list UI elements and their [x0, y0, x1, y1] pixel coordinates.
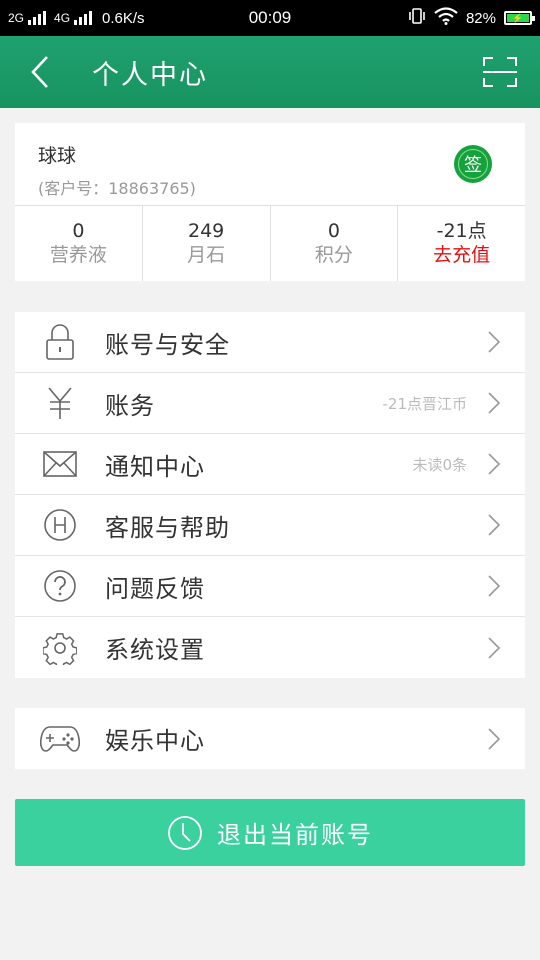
battery-icon: ⚡ — [504, 11, 535, 25]
chevron-right-icon — [488, 331, 501, 353]
menu-item-settings[interactable]: 系统设置 — [15, 617, 525, 678]
menu-extra: 未读0条 — [412, 455, 467, 474]
lock-icon — [46, 324, 74, 360]
stat-label: 积分 — [314, 244, 353, 266]
menu-label: 系统设置 — [105, 636, 205, 664]
menu-item-notifications[interactable]: 通知中心 未读0条 — [15, 434, 525, 495]
menu-label: 账号与安全 — [105, 330, 230, 359]
stat-value: 249 — [187, 220, 225, 242]
username: 球球 — [38, 145, 77, 167]
signal-bars-icon — [74, 11, 93, 25]
stat-value: 0 — [72, 220, 85, 242]
status-bar: 2G 4G 0.6K/s 00:09 82% ⚡ — [0, 0, 540, 36]
menu-extra: -21点晋江币 — [382, 394, 468, 413]
chevron-left-icon — [31, 56, 48, 88]
clock-icon — [168, 815, 202, 850]
sign-in-button[interactable]: 签 — [454, 145, 492, 183]
menu-item-feedback[interactable]: 问题反馈 — [15, 556, 525, 617]
page-title: 个人中心 — [92, 59, 208, 91]
wifi-icon — [434, 7, 458, 29]
network-4g-label: 4G — [54, 11, 71, 25]
stat-balance[interactable]: -21点 去充值 — [398, 206, 525, 281]
stats-row: 0 营养液 249 月石 0 积分 -21点 去充值 — [15, 206, 525, 281]
chevron-right-icon — [488, 636, 501, 659]
stat-nutrient[interactable]: 0 营养液 — [15, 206, 143, 281]
help-h-icon — [44, 509, 76, 541]
stat-value: -21点 — [436, 220, 487, 242]
menu-item-entertainment[interactable]: 娱乐中心 — [15, 708, 525, 769]
menu-label: 娱乐中心 — [105, 727, 205, 755]
stat-label: 营养液 — [49, 244, 107, 266]
question-icon — [44, 570, 76, 602]
status-right: 82% ⚡ — [408, 7, 535, 29]
profile-info[interactable]: 球球 (客户号：18863765) 签 — [15, 123, 525, 206]
customer-number: (客户号：18863765) — [38, 179, 196, 198]
chevron-right-icon — [488, 727, 501, 750]
gamepad-icon — [40, 725, 80, 752]
gear-icon — [43, 632, 77, 665]
chevron-right-icon — [488, 575, 501, 597]
menu-label: 客服与帮助 — [105, 513, 230, 542]
menu-item-billing[interactable]: 账务 -21点晋江币 — [15, 373, 525, 434]
scan-button[interactable] — [460, 36, 540, 108]
stat-value: 0 — [327, 220, 340, 242]
logout-button[interactable]: 退出当前账号 — [15, 799, 525, 866]
chevron-right-icon — [488, 392, 501, 414]
menu-item-account-security[interactable]: 账号与安全 — [15, 312, 525, 373]
menu-label: 通知中心 — [105, 452, 205, 481]
sign-in-label: 签 — [458, 149, 488, 179]
scan-icon — [483, 57, 517, 87]
vibrate-icon — [408, 7, 426, 29]
stat-label: 月石 — [187, 244, 226, 266]
yen-icon — [48, 387, 72, 419]
status-left: 2G 4G 0.6K/s — [8, 10, 145, 27]
profile-card: 球球 (客户号：18863765) 签 0 营养液 249 月石 0 积分 -2… — [15, 123, 525, 281]
chevron-right-icon — [488, 514, 501, 536]
settings-menu: 账号与安全 账务 -21点晋江币 通知中心 未读0条 客服与帮助 问题反馈 系统… — [15, 312, 525, 678]
chevron-right-icon — [488, 453, 501, 475]
entertainment-menu: 娱乐中心 — [15, 708, 525, 769]
app-header: 个人中心 — [0, 36, 540, 108]
mail-icon — [43, 451, 77, 477]
stat-moonstone[interactable]: 249 月石 — [143, 206, 271, 281]
logout-label: 退出当前账号 — [217, 821, 373, 849]
menu-label: 账务 — [105, 391, 155, 420]
menu-item-support[interactable]: 客服与帮助 — [15, 495, 525, 556]
recharge-link[interactable]: 去充值 — [398, 242, 525, 268]
menu-label: 问题反馈 — [105, 574, 205, 603]
network-speed: 0.6K/s — [102, 9, 145, 27]
stat-points[interactable]: 0 积分 — [271, 206, 399, 281]
battery-percent: 82% — [465, 9, 496, 27]
back-button[interactable] — [0, 36, 80, 108]
network-2g-label: 2G — [8, 11, 25, 25]
signal-bars-icon — [28, 11, 47, 25]
